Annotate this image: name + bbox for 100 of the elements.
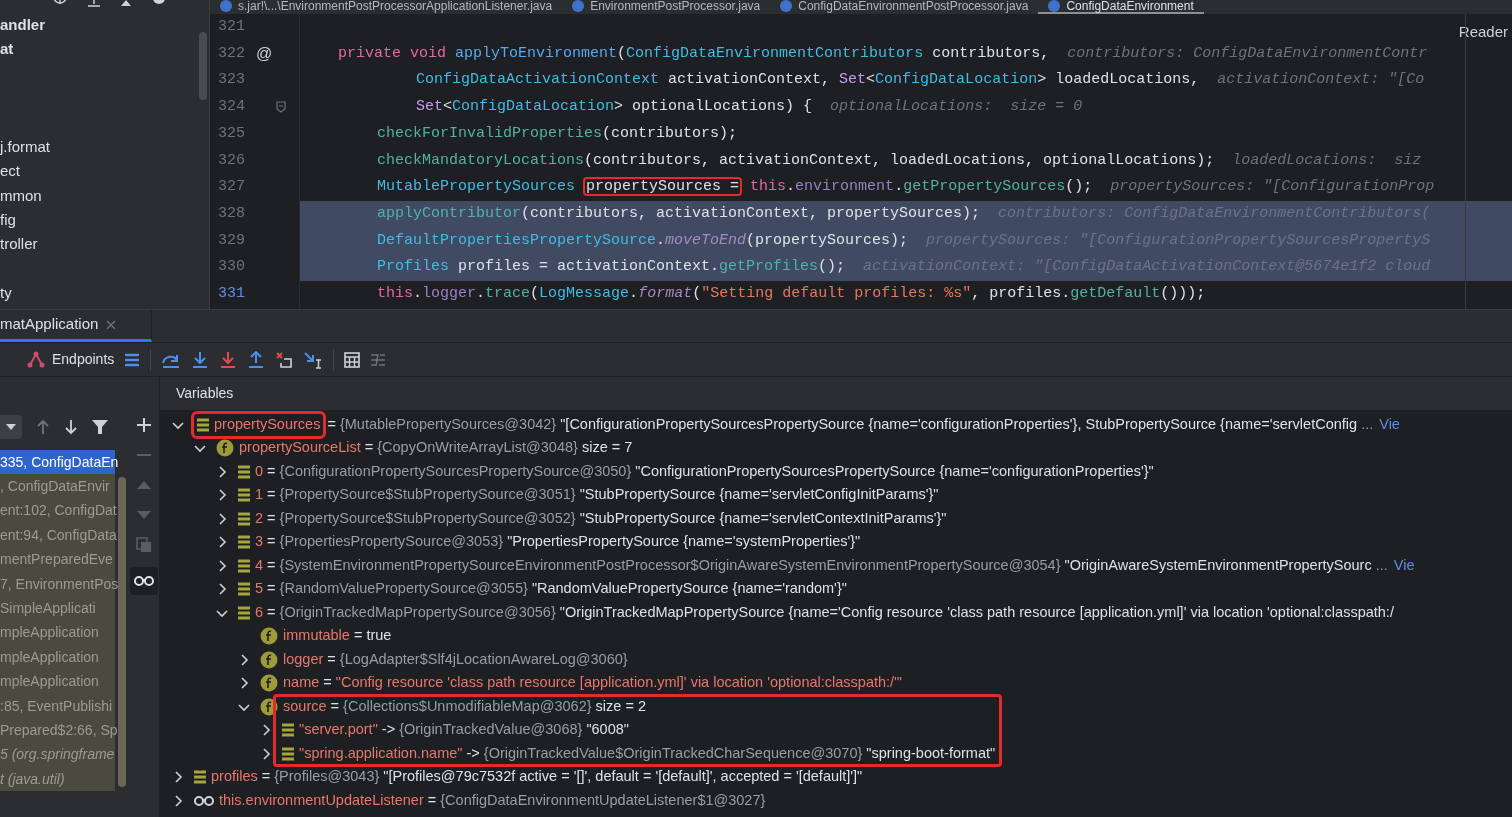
run-tab[interactable]: matApplication: [0, 310, 152, 342]
variable-value: = {Profiles@3043} "[Profiles@79c7532f active = '[]', default = '[default]', accepted = '[default]']": [260, 767, 863, 787]
line-number: 327: [217, 177, 246, 198]
code-line: private void applyToEnvironment(ConfigDataEnvironmentContributors contributors,: [338, 43, 1050, 64]
line-number: 322: [217, 43, 246, 64]
variable-value: = true: [352, 626, 392, 646]
chevron-down-icon[interactable]: [194, 442, 206, 455]
line-number: 331: [217, 283, 246, 304]
variable-name: logger: [283, 649, 324, 669]
chevron-right-icon[interactable]: [238, 653, 250, 666]
chevron-right-icon[interactable]: [260, 724, 272, 737]
variable-value: = {PropertiesPropertySource@3053} "PropertiesPropertySource {name='systemProperties'}": [266, 532, 861, 552]
scrollbar-thumb[interactable]: [118, 477, 126, 787]
tree-item[interactable]: troller: [0, 233, 38, 256]
chevron-right-icon[interactable]: [216, 536, 228, 549]
step-into-icon[interactable]: [191, 350, 210, 369]
variable-value: -> {OriginTrackedValue$OriginTrackedCharSequence@3070} "spring-boot-format": [465, 743, 996, 763]
upload-icon[interactable]: [120, 0, 132, 8]
filter-icon[interactable]: [92, 418, 108, 435]
variable-value: = {CopyOnWriteArrayList@3048} size = 7: [363, 438, 633, 458]
variable-value: = {PropertySource$StubPropertySource@3052} "StubPropertySource {name='servletContextInitParams'}": [266, 508, 947, 528]
chevron-right-icon[interactable]: [216, 559, 228, 572]
variable-name: 0: [255, 461, 264, 481]
endpoints-tab[interactable]: Endpoints: [52, 349, 115, 370]
thread-dropdown[interactable]: [0, 414, 22, 439]
variable-value: = {ConfigurationPropertySourcesPropertySource@3050} "ConfigurationPropertySourcesPropertySource {name='configurationProperties'}": [266, 461, 1154, 481]
run-to-cursor-icon[interactable]: [303, 350, 324, 369]
list-icon: [282, 723, 294, 738]
drop-frame-icon[interactable]: [275, 350, 294, 369]
reader-mode-link[interactable]: Reader: [1458, 21, 1508, 44]
tree-item[interactable]: j.format: [0, 135, 50, 159]
variable-value: = {OriginTrackedMapPropertySource@3056} "OriginTrackedMapPropertySource {name='Config resource 'class path resource [application.yml]' via location 'optional:classpath:/: [266, 602, 1394, 622]
view-link[interactable]: Vie: [1379, 413, 1400, 436]
variable-name: "spring.application.name": [299, 743, 463, 763]
tree-item[interactable]: ty: [0, 282, 12, 305]
variable-name: 1: [255, 485, 264, 505]
editor-tab[interactable]: s.jar!\...\EnvironmentPostProcessorApplicationListener.java: [210, 0, 563, 14]
field-icon: [260, 697, 278, 716]
code-line: checkForInvalidProperties(contributors);: [377, 123, 738, 144]
fold-icon[interactable]: [276, 101, 286, 114]
list-icon: [238, 558, 250, 573]
editor-tab[interactable]: ConfigDataEnvironment: [1038, 0, 1204, 14]
tree-item[interactable]: at: [0, 38, 14, 61]
force-step-into-icon[interactable]: [219, 350, 238, 369]
tree-item[interactable]: ect: [0, 160, 20, 183]
tree-item[interactable]: fig: [0, 209, 16, 232]
field-icon: [260, 674, 278, 693]
editor-tab[interactable]: ConfigDataEnvironmentPostProcessor.java: [770, 0, 1039, 14]
code-line: checkMandatoryLocations(contributors, activationContext, loadedLocations, optionalLocations);: [377, 150, 1215, 171]
field-icon: [216, 439, 234, 458]
code-line: ConfigDataActivationContext activationContext, Set<ConfigDataLocation> loadedLocations,: [416, 70, 1200, 91]
chevron-right-icon[interactable]: [172, 771, 184, 784]
step-out-icon[interactable]: [247, 350, 266, 369]
variable-value: -> {OriginTrackedValue@3068} "6008": [380, 720, 629, 740]
tree-item[interactable]: mmon: [0, 184, 42, 208]
view-link[interactable]: Vie: [1393, 554, 1415, 577]
variable-name: source: [283, 696, 327, 716]
glasses-button[interactable]: [129, 567, 158, 595]
add-icon[interactable]: [135, 417, 152, 433]
tree-item[interactable]: andler: [0, 13, 45, 37]
down-arrow-icon[interactable]: [64, 418, 78, 435]
line-number: 325: [217, 123, 246, 144]
list-icon: [238, 511, 250, 526]
list-icon: [194, 770, 206, 785]
editor-tab[interactable]: EnvironmentPostProcessor.java: [562, 0, 771, 14]
field-icon: [260, 627, 278, 646]
chevron-right-icon[interactable]: [216, 489, 228, 502]
line-number: 324: [217, 97, 246, 118]
variable-name: propertySourceList: [239, 438, 361, 458]
list-icon: [238, 582, 250, 597]
network-nodes-icon[interactable]: [26, 350, 46, 369]
list-icon: [238, 464, 250, 479]
variable-name: 4: [255, 555, 264, 575]
chevron-right-icon[interactable]: [260, 747, 272, 760]
line-number: 329: [217, 230, 246, 251]
variable-value: = "Config resource 'class path resource [application.yml]' via location 'optional:classpath:/'": [322, 673, 903, 693]
chevron-right-icon[interactable]: [172, 794, 184, 807]
chevron-right-icon[interactable]: [216, 465, 228, 478]
close-icon[interactable]: [106, 319, 117, 330]
code-line: applyContributor(contributors, activationContext, propertySources);: [377, 203, 981, 224]
calculator-icon[interactable]: [344, 351, 361, 368]
inline-hint: contributors: ConfigDataEnvironmentContr: [1067, 43, 1428, 64]
code-line: DefaultPropertiesPropertySource.moveToEnd(propertySources);: [377, 230, 909, 251]
chevron-right-icon[interactable]: [238, 677, 250, 690]
variable-name: immutable: [283, 626, 350, 646]
glasses-icon: [133, 576, 154, 586]
variable-name: 3: [255, 532, 264, 552]
line-number: 323: [217, 70, 246, 91]
menu-icon[interactable]: [124, 352, 141, 367]
override-marker[interactable]: @: [250, 42, 278, 67]
variable-value: = {SystemEnvironmentPropertySourceEnvironmentPostProcessor$OriginAwareSystemEnvironmentPropertySource@3054} "OriginAwareSystemEnvironmentPropertySourc ...: [266, 555, 1388, 575]
variable-name: "server.port": [299, 720, 378, 740]
chevron-right-icon[interactable]: [216, 583, 228, 596]
download-icon[interactable]: [86, 0, 102, 8]
inline-hint: loadedLocations: siz: [1232, 150, 1422, 171]
scrollbar-thumb[interactable]: [199, 32, 207, 100]
list-icon: [238, 605, 250, 620]
chevron-right-icon[interactable]: [216, 512, 228, 525]
trace-lines-icon[interactable]: [370, 352, 387, 367]
up-arrow-icon[interactable]: [36, 418, 50, 435]
